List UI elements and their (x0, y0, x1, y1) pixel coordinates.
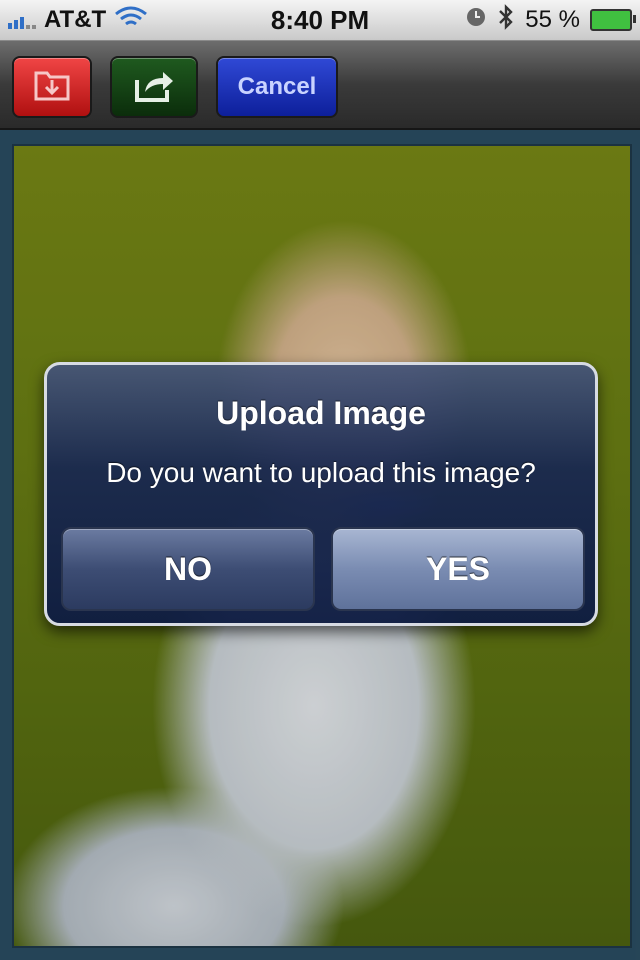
save-to-folder-icon (32, 67, 72, 108)
upload-alert-dialog: Upload Image Do you want to upload this … (44, 362, 598, 626)
carrier-label: AT&T (44, 6, 107, 33)
battery-icon (590, 9, 636, 31)
status-bar: AT&T 8:40 PM 55 % (0, 0, 640, 41)
no-button[interactable]: NO (61, 527, 315, 611)
alarm-clock-icon (465, 6, 487, 35)
battery-percent: 55 % (525, 6, 580, 33)
wifi-icon (114, 5, 148, 36)
status-right: 55 % (465, 0, 636, 40)
share-button[interactable] (110, 56, 198, 118)
share-arrow-icon (131, 66, 177, 109)
cancel-button[interactable]: Cancel (216, 56, 338, 118)
save-to-folder-button[interactable] (12, 56, 92, 118)
yes-button[interactable]: YES (331, 527, 585, 611)
alert-message: Do you want to upload this image? (106, 457, 536, 488)
signal-strength-icon (8, 11, 36, 29)
status-left: AT&T (8, 0, 148, 40)
alert-title: Upload Image (216, 395, 426, 431)
toolbar: Cancel (0, 41, 640, 130)
bluetooth-icon (497, 3, 515, 38)
